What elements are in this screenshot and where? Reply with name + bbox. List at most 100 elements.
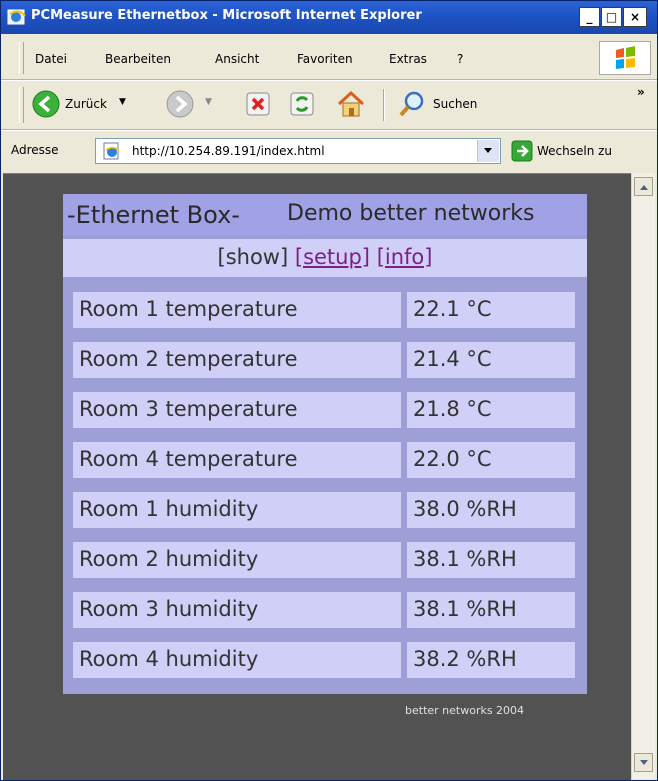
reading-value-cell: 38.0 %RH: [407, 492, 575, 528]
toolbar-separator: [383, 89, 385, 121]
reading-name: Room 4 humidity: [79, 647, 259, 671]
nav-show: [show]: [217, 245, 289, 269]
back-label: Zurück: [65, 97, 107, 111]
chevron-down-icon: [484, 148, 492, 153]
toolbar: Zurück ▼ ▼ Suchen »: [1, 81, 657, 129]
page-nav: [show] [setup] [info]: [63, 239, 587, 277]
internet-explorer-icon: [7, 8, 27, 26]
browser-window: PCMeasure Ethernetbox - Microsoft Intern…: [0, 0, 658, 781]
home-icon: [335, 90, 367, 124]
reading-name: Room 1 temperature: [79, 297, 298, 321]
search-label: Suchen: [433, 97, 478, 111]
reading-name-cell: Room 2 temperature: [73, 342, 401, 378]
menu-grip[interactable]: [19, 42, 24, 74]
reading-name: Room 3 humidity: [79, 597, 259, 621]
search-button[interactable]: Suchen: [397, 89, 477, 123]
chevron-down-icon: [640, 760, 648, 765]
nav-setup-link[interactable]: [setup]: [295, 245, 370, 269]
footer-text: better networks 2004: [405, 704, 525, 717]
back-arrow-icon: [31, 89, 61, 123]
page-icon: [102, 142, 122, 164]
reading-value-cell: 21.4 °C: [407, 342, 575, 378]
reading-value-cell: 38.2 %RH: [407, 642, 575, 678]
refresh-icon: [289, 92, 315, 121]
reading-name-cell: Room 2 humidity: [73, 542, 401, 578]
reading-name-cell: Room 3 humidity: [73, 592, 401, 628]
reading-value-cell: 38.1 %RH: [407, 592, 575, 628]
reading-name: Room 2 temperature: [79, 347, 298, 371]
menu-ansicht[interactable]: Ansicht: [215, 52, 259, 66]
address-dropdown-button[interactable]: [477, 140, 499, 162]
table-row: Room 1 temperature 22.1 °C: [73, 292, 577, 328]
go-label: Wechseln zu: [537, 144, 613, 158]
reading-name: Room 4 temperature: [79, 447, 298, 471]
menu-help[interactable]: ?: [457, 52, 463, 66]
menu-bar: Datei Bearbeiten Ansicht Favoriten Extra…: [1, 38, 657, 78]
table-row: Room 3 humidity 38.1 %RH: [73, 592, 577, 628]
table-row: Room 1 humidity 38.0 %RH: [73, 492, 577, 528]
address-input[interactable]: http://10.254.89.191/index.html: [95, 138, 501, 164]
window-title: PCMeasure Ethernetbox - Microsoft Intern…: [31, 8, 422, 23]
title-bar[interactable]: PCMeasure Ethernetbox - Microsoft Intern…: [1, 1, 657, 34]
reading-name-cell: Room 4 humidity: [73, 642, 401, 678]
reading-value: 38.1 %RH: [413, 597, 517, 621]
reading-name-cell: Room 4 temperature: [73, 442, 401, 478]
reading-name: Room 1 humidity: [79, 497, 259, 521]
reading-name-cell: Room 3 temperature: [73, 392, 401, 428]
reading-value: 21.8 °C: [413, 397, 492, 421]
reading-value: 22.0 °C: [413, 447, 492, 471]
reading-name: Room 2 humidity: [79, 547, 259, 571]
menu-datei[interactable]: Datei: [35, 52, 67, 66]
scroll-down-button[interactable]: [634, 753, 653, 772]
maximize-button[interactable]: □: [601, 7, 622, 27]
search-icon: [397, 91, 427, 123]
go-button[interactable]: Wechseln zu: [507, 138, 653, 164]
reading-value-cell: 21.8 °C: [407, 392, 575, 428]
reading-name-cell: Room 1 temperature: [73, 292, 401, 328]
reading-value-cell: 22.1 °C: [407, 292, 575, 328]
forward-arrow-icon: [165, 90, 195, 123]
forward-button[interactable]: ▼: [165, 89, 212, 123]
reading-value: 38.2 %RH: [413, 647, 517, 671]
scroll-up-button[interactable]: [634, 177, 653, 196]
chevron-up-icon: [640, 185, 648, 190]
brand-title: -Ethernet Box-: [67, 201, 240, 229]
forward-dropdown-icon[interactable]: ▼: [205, 97, 212, 107]
stop-button[interactable]: [245, 91, 271, 121]
refresh-button[interactable]: [289, 91, 315, 121]
page-subtitle: Demo better networks: [287, 201, 535, 226]
reading-value: 38.0 %RH: [413, 497, 517, 521]
page-header: -Ethernet Box- Demo better networks: [63, 194, 587, 235]
windows-logo-icon: [599, 41, 651, 75]
stop-icon: [245, 92, 271, 121]
menu-bearbeiten[interactable]: Bearbeiten: [105, 52, 171, 66]
menu-favoriten[interactable]: Favoriten: [297, 52, 353, 66]
minimize-button[interactable]: _: [579, 7, 600, 27]
table-row: Room 2 temperature 21.4 °C: [73, 342, 577, 378]
reading-value-cell: 38.1 %RH: [407, 542, 575, 578]
go-arrow-icon: [511, 140, 533, 166]
home-button[interactable]: [335, 88, 367, 124]
reading-value: 22.1 °C: [413, 297, 492, 321]
reading-value-cell: 22.0 °C: [407, 442, 575, 478]
table-row: Room 2 humidity 38.1 %RH: [73, 542, 577, 578]
table-row: Room 3 temperature 21.8 °C: [73, 392, 577, 428]
table-row: Room 4 temperature 22.0 °C: [73, 442, 577, 478]
reading-value: 38.1 %RH: [413, 547, 517, 571]
address-url: http://10.254.89.191/index.html: [132, 144, 325, 158]
content-panel: -Ethernet Box- Demo better networks [sho…: [63, 194, 587, 694]
reading-name: Room 3 temperature: [79, 397, 298, 421]
nav-info-link[interactable]: [info]: [377, 245, 433, 269]
table-row: Room 4 humidity 38.2 %RH: [73, 642, 577, 678]
address-bar: Adresse http://10.254.89.191/index.html: [1, 131, 657, 171]
toolbar-grip[interactable]: [19, 87, 24, 123]
back-dropdown-icon[interactable]: ▼: [119, 97, 126, 107]
reading-value: 21.4 °C: [413, 347, 492, 371]
vertical-scrollbar[interactable]: [631, 173, 655, 779]
menu-extras[interactable]: Extras: [389, 52, 427, 66]
address-label: Adresse: [11, 143, 59, 157]
reading-name-cell: Room 1 humidity: [73, 492, 401, 528]
page-viewport: -Ethernet Box- Demo better networks [sho…: [3, 173, 631, 780]
close-button[interactable]: ×: [623, 7, 647, 27]
toolbar-overflow-icon[interactable]: »: [637, 85, 645, 99]
